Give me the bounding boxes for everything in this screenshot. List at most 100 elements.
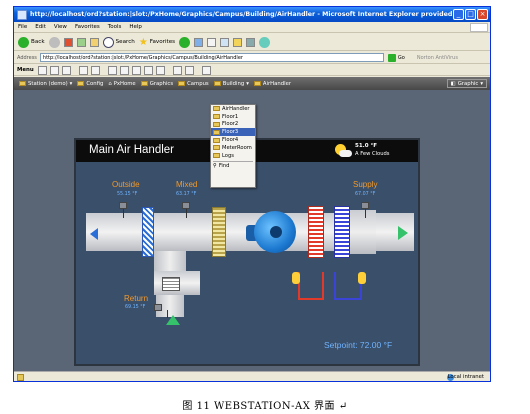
mixed-value[interactable]: 63.17 °F [176,192,196,197]
return-value[interactable]: 69.15 °F [125,305,145,310]
cooling-coil[interactable] [334,206,350,258]
print-icon [207,37,217,47]
chevron-down-icon: ▾ [246,80,249,87]
star-icon: ★ [138,36,148,48]
antivirus-label[interactable]: Norton AntiVirus [417,55,458,61]
redo-icon[interactable] [184,65,194,75]
edit-icon [220,37,230,47]
search-icon [102,36,114,48]
dropdown-item-floor2[interactable]: Floor2 [211,121,255,129]
menu-view[interactable]: View [54,24,67,30]
messenger-button[interactable] [259,36,271,48]
folder-icon [213,121,220,127]
supply-fan[interactable] [246,211,301,253]
edit-button[interactable] [220,37,230,47]
menu-button[interactable]: Menu [17,67,34,73]
stop-button[interactable] [63,37,73,47]
dropdown-item-meterroom[interactable]: MeterRoom [211,144,255,152]
supply-sensor-icon[interactable] [361,202,369,209]
mail-button[interactable] [194,37,204,47]
back-button[interactable]: Back [18,36,45,48]
copy-icon[interactable] [119,65,129,75]
setpoint-value[interactable]: Setpoint: 72.00 °F [324,340,392,350]
dropdown-item-airhandler[interactable]: AirHandler [211,105,255,113]
history-button[interactable] [179,36,191,48]
return-label: Return [124,294,149,303]
search-button[interactable]: Search [102,36,135,48]
home-button[interactable] [89,37,99,47]
home-tool-icon[interactable] [49,65,59,75]
outside-sensor-icon[interactable] [119,202,127,209]
nav-graphics[interactable]: Graphics [140,81,173,87]
graphic-view-selector[interactable]: ◧ Graphic ▾ [446,79,487,88]
ie-icon [17,9,27,20]
nav-pxhome[interactable]: ⌂ PxHome [108,81,135,87]
outside-air-damper[interactable] [142,207,154,257]
nav-campus[interactable]: Campus [178,81,209,87]
folder-icon [213,137,220,143]
folder-button[interactable] [233,37,243,47]
paste-icon[interactable] [131,65,141,75]
page-title: Main Air Handler [89,144,175,156]
return-air-arrow-icon [166,315,180,325]
building-dropdown-menu: AirHandler Floor1 Floor2 Floor3 Floor4 M… [210,104,256,188]
graphic-icon: ◧ [450,80,456,87]
duplicate-icon[interactable] [143,65,153,75]
forward-button[interactable] [48,36,60,48]
dropdown-item-floor1[interactable]: Floor1 [211,113,255,121]
outside-value[interactable]: 55.15 °F [117,192,137,197]
menu-help[interactable]: Help [129,24,142,30]
undo-icon[interactable] [172,65,182,75]
cooling-valve-icon[interactable] [358,272,366,284]
heating-pipe [298,272,324,300]
print-button[interactable] [207,37,217,47]
open-icon[interactable] [90,65,100,75]
graphics-folder-icon [140,81,148,86]
return-damper[interactable] [162,277,180,291]
minimize-button[interactable]: _ [453,9,464,20]
menu-file[interactable]: File [18,24,27,30]
console-icon[interactable] [201,65,211,75]
dropdown-item-find[interactable]: ⚲ Find [211,163,255,171]
nav-station[interactable]: Station (demo) ▾ [19,81,72,87]
messenger-icon [259,36,271,48]
menu-edit[interactable]: Edit [35,24,46,30]
research-button[interactable] [246,37,256,47]
campus-folder-icon [178,81,186,86]
favorites-button[interactable]: ★ Favorites [139,37,175,48]
forward-arrow-icon [48,36,60,48]
go-arrow-icon [387,53,396,62]
nav-config[interactable]: Config [77,81,103,87]
cut-icon[interactable] [107,65,117,75]
browser-window: http://localhost/ord?station:|slot:/PxHo… [13,6,491,382]
return-sensor-icon[interactable] [154,304,162,311]
view-icon[interactable] [37,65,47,75]
research-icon [246,37,256,47]
outside-air-arrow-icon [90,228,98,240]
dropdown-item-logs[interactable]: Logs [211,152,255,160]
menu-tools[interactable]: Tools [108,24,122,30]
security-zone: Local intranet [447,374,484,380]
close-button[interactable]: × [477,9,488,20]
save-icon[interactable] [78,65,88,75]
outside-label: Outside [112,180,140,189]
supply-value[interactable]: 67.07 °F [355,192,375,197]
dropdown-item-floor4[interactable]: Floor4 [211,136,255,144]
heating-valve-icon[interactable] [292,272,300,284]
address-input[interactable]: http://localhost/ord?station:|slot:/PxHo… [39,53,384,62]
menu-favorites[interactable]: Favorites [75,24,100,30]
address-label: Address [17,54,37,61]
filter[interactable] [212,207,226,257]
delete-icon[interactable] [155,65,165,75]
mixed-sensor-icon[interactable] [182,202,190,209]
refresh-tool-icon[interactable] [61,65,71,75]
maximize-button[interactable]: □ [465,9,476,20]
dropdown-item-floor3[interactable]: Floor3 [211,128,255,137]
weather-conditions: A Few Clouds [355,151,390,157]
folder-icon [233,37,243,47]
heating-coil[interactable] [308,206,324,258]
nav-building[interactable]: Building ▾ [213,80,249,87]
refresh-button[interactable] [76,37,86,47]
nav-airhandler[interactable]: AirHandler [253,81,291,87]
go-button[interactable]: Go [387,53,405,62]
